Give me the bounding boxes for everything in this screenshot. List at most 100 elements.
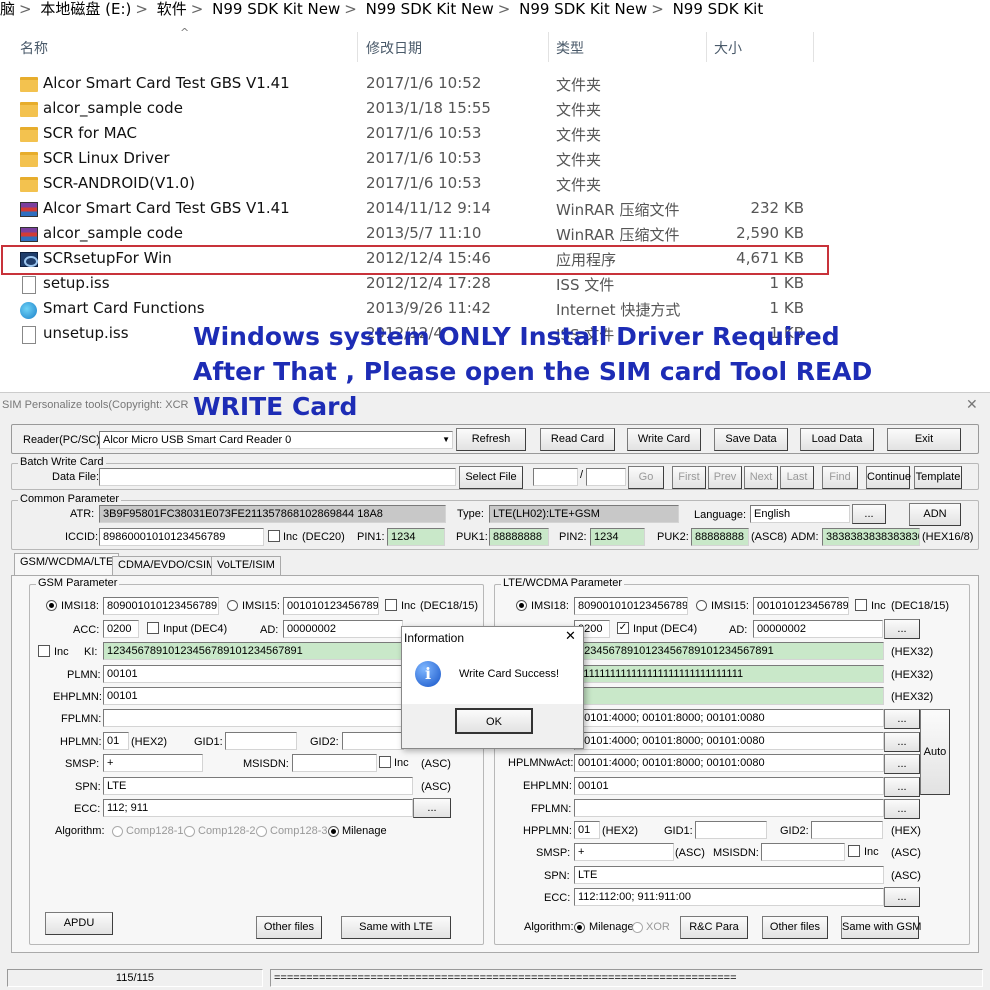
lte-gid1-field[interactable] (695, 821, 767, 839)
find-button[interactable]: Find (822, 466, 858, 489)
iccid-inc-checkbox[interactable] (268, 530, 280, 542)
lte-spn-field[interactable]: LTE (574, 866, 884, 884)
lte-extra-field[interactable] (574, 687, 884, 705)
column-divider[interactable] (357, 32, 358, 62)
spn-field[interactable]: LTE (103, 777, 413, 795)
lte-oplmnwact-field[interactable]: 00101:4000; 00101:8000; 00101:0080 (574, 732, 884, 750)
breadcrumb-item[interactable]: N99 SDK Kit (673, 0, 764, 18)
lte-input-dec4-checkbox[interactable]: ✓ (617, 622, 629, 634)
tab-volte-isim[interactable]: VoLTE/ISIM (211, 556, 281, 575)
lte-ecc-field[interactable]: 112:112:00; 911:911:00 (574, 888, 884, 906)
file-row[interactable]: SCR-ANDROID(V1.0) 2017/1/6 10:53 文件夹 (0, 174, 990, 196)
imsi18-radio[interactable] (46, 600, 57, 611)
file-row[interactable]: Alcor Smart Card Test GBS V1.41 2017/1/6 … (0, 74, 990, 96)
lte-hplmnwact-field[interactable]: 00101:4000; 00101:8000; 00101:0080 (574, 754, 884, 772)
input-dec4-checkbox[interactable] (147, 622, 159, 634)
smsp-field[interactable]: + (103, 754, 203, 772)
ok-button[interactable]: OK (455, 708, 533, 734)
lte-imsi18-radio[interactable] (516, 600, 527, 611)
template-button[interactable]: Template (914, 466, 962, 489)
lte-opc-field[interactable]: 1111111111111111111111111111111 (574, 665, 884, 683)
file-row[interactable]: Alcor Smart Card Test GBS V1.41 2014/11/1… (0, 199, 990, 221)
exit-button[interactable]: Exit (887, 428, 961, 451)
column-divider[interactable] (548, 32, 549, 62)
comp128-3-radio[interactable] (256, 826, 267, 837)
lte-other-files-button[interactable]: Other files (762, 916, 828, 939)
continue-button[interactable]: Continue (866, 466, 911, 489)
milenage-radio[interactable] (328, 826, 339, 837)
comp128-2-radio[interactable] (184, 826, 195, 837)
lte-smsp-field[interactable]: + (574, 843, 674, 861)
lte-ad-field[interactable]: 00000002 (753, 620, 883, 638)
adm-field[interactable]: 3838383838383830 (822, 528, 920, 546)
hplmnwact-browse-button[interactable]: ... (884, 754, 920, 774)
refresh-button[interactable]: Refresh (456, 428, 526, 451)
file-row[interactable]: alcor_sample code 2013/1/18 15:55 文件夹 (0, 99, 990, 121)
select-file-button[interactable]: Select File (459, 466, 523, 489)
ehplmn-field[interactable]: 00101 (103, 687, 403, 705)
gid2-field[interactable] (342, 732, 404, 750)
ehplmn-browse-button[interactable]: ... (884, 777, 920, 797)
lte-msisdn-inc-checkbox[interactable] (848, 845, 860, 857)
lte-gid2-field[interactable] (811, 821, 883, 839)
pin1-field[interactable]: 1234 (387, 528, 445, 546)
breadcrumb-item[interactable]: N99 SDK Kit New (212, 0, 340, 18)
lte-fplmn-field[interactable] (574, 799, 884, 817)
last-button[interactable]: Last (780, 466, 814, 489)
batch-current-input[interactable] (533, 468, 578, 486)
xor-radio[interactable] (632, 922, 643, 933)
breadcrumb-item[interactable]: N99 SDK Kit New (519, 0, 647, 18)
language-browse-button[interactable]: ... (852, 504, 886, 524)
file-row[interactable]: SCR for MAC 2017/1/6 10:53 文件夹 (0, 124, 990, 146)
dropdown-arrow-icon[interactable]: ▼ (442, 432, 450, 448)
read-card-button[interactable]: Read Card (540, 428, 615, 451)
file-row[interactable]: SCR Linux Driver 2017/1/6 10:53 文件夹 (0, 149, 990, 171)
imsi18-field[interactable]: 809001010123456789 (103, 597, 219, 615)
rc-para-button[interactable]: R&C Para (680, 916, 748, 939)
breadcrumb-item[interactable]: 脑 (0, 0, 15, 18)
reader-select[interactable]: Alcor Micro USB Smart Card Reader 0 ▼ (99, 431, 453, 449)
gsm-other-files-button[interactable]: Other files (256, 916, 322, 939)
lte-msisdn-field[interactable] (761, 843, 845, 861)
file-row[interactable]: alcor_sample code 2013/5/7 11:10 WinRAR 压缩… (0, 224, 990, 246)
auto-button[interactable]: Auto (920, 709, 950, 795)
hpplmn-field[interactable]: 01 (574, 821, 600, 839)
data-file-input[interactable] (99, 468, 456, 486)
ki-field[interactable]: 12345678910123456789101234567891 (103, 642, 403, 660)
go-button[interactable]: Go (628, 466, 664, 489)
breadcrumb-item[interactable]: 本地磁盘 (E:) (40, 0, 131, 18)
batch-total-input[interactable] (586, 468, 626, 486)
column-header-name[interactable]: 名称 (20, 38, 48, 58)
lte-ehplmn-field[interactable]: 00101 (574, 777, 884, 795)
next-button[interactable]: Next (744, 466, 778, 489)
apdu-button[interactable]: APDU (45, 912, 113, 935)
close-icon[interactable]: ✕ (966, 397, 978, 413)
prev-button[interactable]: Prev (708, 466, 742, 489)
acc-field[interactable]: 0200 (103, 620, 139, 638)
close-icon[interactable]: ✕ (565, 629, 576, 644)
fplmn-field[interactable] (103, 709, 403, 727)
iccid-field[interactable]: 89860001010123456789 (99, 528, 264, 546)
same-with-gsm-button[interactable]: Same with GSM (841, 916, 921, 939)
column-header-size[interactable]: 大小 (714, 38, 742, 58)
ad-field[interactable]: 00000002 (283, 620, 403, 638)
lte-milenage-radio[interactable] (574, 922, 585, 933)
plmnwact-browse-button[interactable]: ... (884, 709, 920, 729)
puk1-field[interactable]: 88888888 (489, 528, 549, 546)
ecc-field[interactable]: 112; 911 (103, 799, 413, 817)
lte-ecc-browse-button[interactable]: ... (884, 887, 920, 907)
adn-button[interactable]: ADN (909, 503, 961, 526)
imsi15-field[interactable]: 001010123456789 (283, 597, 379, 615)
imsi-inc-checkbox[interactable] (385, 599, 397, 611)
lte-plmnwact-field[interactable]: 00101:4000; 00101:8000; 00101:0080 (574, 709, 884, 727)
pin2-field[interactable]: 1234 (590, 528, 645, 546)
msisdn-field[interactable] (292, 754, 377, 772)
oplmnwact-browse-button[interactable]: ... (884, 732, 920, 752)
file-row[interactable]: Smart Card Functions 2013/9/26 11:42 Inter… (0, 299, 990, 321)
hplmn-field[interactable]: 01 (103, 732, 129, 750)
breadcrumb-item[interactable]: 软件 (157, 0, 187, 18)
plmn-field[interactable]: 00101 (103, 665, 403, 683)
tab-cdma-evdo-csim[interactable]: CDMA/EVDO/CSIM (112, 556, 222, 575)
lte-ad-browse-button[interactable]: ... (884, 619, 920, 639)
column-header-type[interactable]: 类型 (556, 38, 584, 58)
